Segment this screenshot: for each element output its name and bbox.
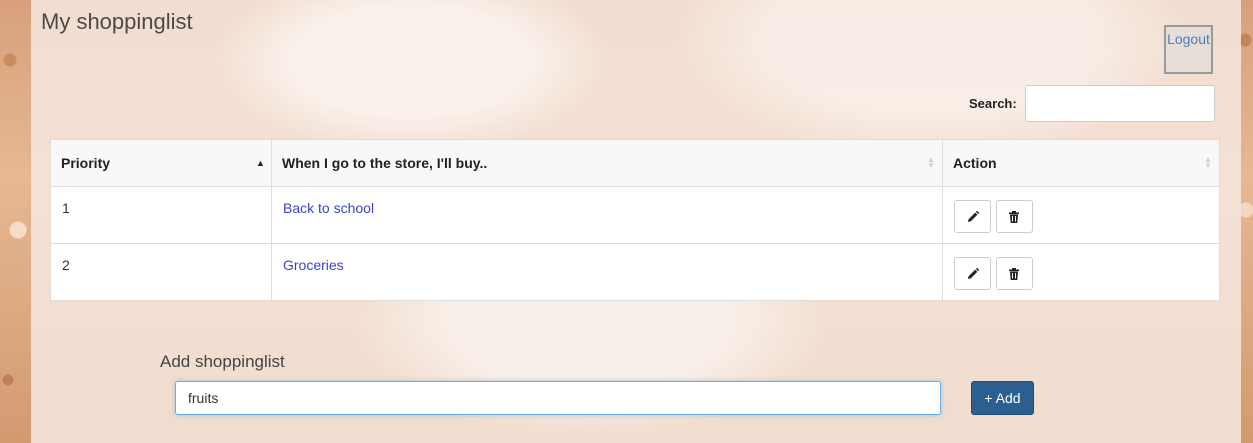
search-bar: Search:	[969, 85, 1215, 122]
delete-button[interactable]	[995, 257, 1033, 290]
shoppinglist-link[interactable]: Groceries	[283, 257, 344, 273]
actions-cell	[942, 186, 1220, 244]
item-cell: Back to school	[271, 186, 943, 244]
delete-trash-icon	[1009, 210, 1020, 223]
main-panel: My shoppinglist Logout Search: Priority …	[31, 0, 1241, 443]
delete-button[interactable]	[995, 200, 1033, 233]
edit-pencil-icon	[967, 210, 979, 222]
shoppinglist-table: Priority ▲ When I go to the store, I'll …	[50, 139, 1220, 301]
table-row: 1 Back to school	[50, 186, 1220, 244]
priority-cell: 2	[50, 243, 272, 301]
add-button[interactable]: + Add	[971, 381, 1034, 415]
actions-cell	[942, 243, 1220, 301]
page-title: My shoppinglist	[41, 9, 193, 34]
priority-cell: 1	[50, 186, 272, 244]
add-shoppinglist-input[interactable]	[175, 381, 941, 415]
search-input[interactable]	[1024, 85, 1215, 122]
column-header-label: Priority	[61, 155, 111, 171]
logout-button[interactable]: Logout	[1164, 25, 1213, 74]
column-header-action[interactable]: Action ▲ ▼	[942, 139, 1220, 187]
sort-both-icon: ▲ ▼	[1204, 155, 1212, 170]
column-header-items[interactable]: When I go to the store, I'll buy.. ▲ ▼	[271, 139, 943, 187]
sort-both-icon: ▲ ▼	[927, 155, 935, 170]
sort-ascending-icon: ▲	[256, 158, 265, 168]
column-header-priority[interactable]: Priority ▲	[50, 139, 272, 187]
shoppinglist-link[interactable]: Back to school	[283, 200, 374, 216]
table-header-row: Priority ▲ When I go to the store, I'll …	[50, 139, 1220, 187]
column-header-label: Action	[953, 155, 997, 171]
delete-trash-icon	[1009, 267, 1020, 280]
add-shoppinglist-label: Add shoppinglist	[160, 352, 285, 371]
search-label: Search:	[969, 96, 1017, 111]
column-header-label: When I go to the store, I'll buy..	[282, 155, 488, 171]
edit-button[interactable]	[954, 257, 991, 290]
table-row: 2 Groceries	[50, 243, 1220, 301]
edit-pencil-icon	[967, 267, 979, 279]
item-cell: Groceries	[271, 243, 943, 301]
edit-button[interactable]	[954, 200, 991, 233]
